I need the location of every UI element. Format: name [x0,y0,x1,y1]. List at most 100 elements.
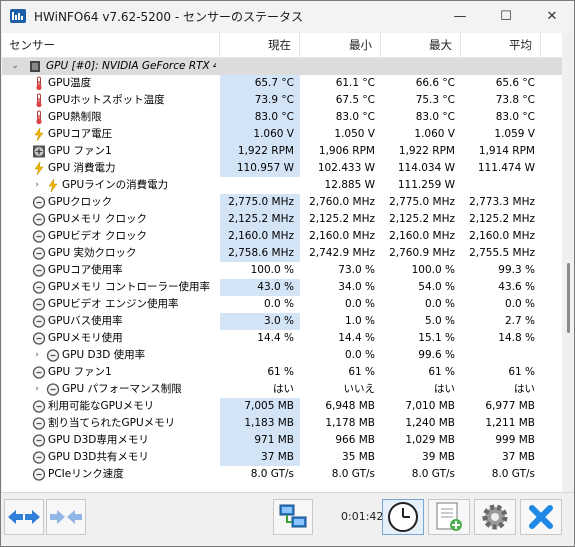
gauge-icon [32,433,46,448]
fan-icon [32,144,46,159]
navigate-arrows-button[interactable] [4,499,44,535]
close-x-icon [529,505,553,529]
minimize-button[interactable]: — [437,1,483,32]
value-max: 2,760.9 MHz [389,247,455,259]
column-header-current[interactable]: 現在 [220,33,300,58]
sensor-label: GPUコア使用率 [48,264,123,276]
settings-button[interactable] [474,499,516,535]
sensor-row[interactable]: GPU温度 65.7 °C 61.1 °C 66.6 °C 65.6 °C [2,75,562,92]
sensor-row[interactable]: GPUバス使用率 3.0 % 1.0 % 5.0 % 2.7 % [2,313,562,330]
value-min: いいえ [343,383,376,395]
sensor-row[interactable]: GPUメモリ コントローラー使用率 43.0 % 34.0 % 54.0 % 43.6 … [2,279,562,296]
gauge-icon [32,195,46,210]
column-header-max[interactable]: 最大 [381,33,461,58]
value-avg: 2.7 % [504,315,535,327]
sensor-row[interactable]: GPU 実効クロック 2,758.6 MHz 2,742.9 MHz 2,760.9 … [2,245,562,262]
sensor-row[interactable]: GPU 消費電力 110.957 W 102.433 W 114.034 W 111.4… [2,160,562,177]
gauge-icon [32,467,46,482]
maximize-button[interactable]: ☐ [483,1,529,32]
sensor-row[interactable]: 割り当てられたGPUメモリ 1,183 MB 1,178 MB 1,240 MB 1,2… [2,415,562,432]
sensor-row[interactable]: GPU D3D専用メモリ 971 MB 966 MB 1,029 MB 999 MB [2,432,562,449]
value-avg: 0.0 % [504,298,535,310]
sensor-label: 利用可能なGPUメモリ [48,400,155,412]
network-button[interactable] [273,499,313,535]
vertical-scrollbar[interactable] [562,33,574,492]
chevron-down-icon[interactable]: ⌄ [10,61,20,71]
value-avg: 111.474 W [477,162,535,174]
value-max: 0.0 % [424,298,455,310]
sensor-row[interactable]: GPUコア使用率 100.0 % 73.0 % 100.0 % 99.3 % [2,262,562,279]
value-avg: 37 MB [502,451,535,463]
column-header-avg[interactable]: 平均 [461,33,541,58]
sensor-row[interactable]: GPU熱制限 83.0 °C 83.0 °C 83.0 °C 83.0 °C [2,109,562,126]
navigate-arrows-secondary-button[interactable] [46,499,86,535]
gauge-icon [32,212,46,227]
sensor-row[interactable]: › GPUラインの消費電力 12.885 W 111.259 W [2,177,562,194]
value-max: 111.259 W [397,179,455,191]
sensor-row[interactable]: GPU ファン1 61 % 61 % 61 % 61 % [2,364,562,381]
value-current: 73.9 °C [220,92,300,109]
gear-icon [482,504,508,530]
sensor-label: GPU ファン1 [48,145,112,157]
sensor-group-row[interactable]: ⌄ GPU [#0]: NVIDIA GeForce RTX 40... [2,58,562,75]
sensor-row[interactable]: GPUホットスポット温度 73.9 °C 67.5 °C 75.3 °C 73.8 °C [2,92,562,109]
column-header-min[interactable]: 最小 [300,33,381,58]
sensor-label: GPU 消費電力 [48,162,116,174]
sensor-row[interactable]: GPUクロック 2,775.0 MHz 2,760.0 MHz 2,775.0 MHz… [2,194,562,211]
value-min: 14.4 % [338,332,375,344]
minimize-icon: — [453,9,467,24]
sensor-label: GPU D3D 使用率 [62,349,146,361]
value-avg: 61 % [508,366,535,378]
sensor-label: GPU D3D専用メモリ [48,434,149,446]
sensor-label: GPUメモリ コントローラー使用率 [48,281,210,293]
sensor-row[interactable]: › GPU パフォーマンス制限 はい いいえ はい はい [2,381,562,398]
sensor-row[interactable]: PCIeリンク速度 8.0 GT/s 8.0 GT/s 8.0 GT/s 8.0 GT/… [2,466,562,483]
value-avg: 2,125.2 MHz [469,213,535,225]
close-window-button[interactable]: ✕ [529,1,574,32]
chevron-right-icon[interactable]: › [32,180,42,190]
value-avg [461,347,541,364]
chevron-right-icon[interactable]: › [32,350,42,360]
value-current [220,347,300,364]
sensor-label: GPUバス使用率 [48,315,123,327]
sensor-label: GPU ファン1 [48,366,112,378]
value-avg: はい [514,383,535,395]
value-min: 2,125.2 MHz [309,213,375,225]
sensor-label: GPUビデオ クロック [48,230,147,242]
value-min: 12.885 W [324,179,375,191]
add-report-button[interactable] [428,499,470,535]
clock-icon [388,502,418,532]
sensor-row[interactable]: GPUコア電圧 1.060 V 1.050 V 1.060 V 1.059 V [2,126,562,143]
sensor-group-label: GPU [#0]: NVIDIA GeForce RTX 40... [46,60,216,72]
value-max: はい [434,383,455,395]
title-bar[interactable]: HWiNFO64 v7.62-5200 - センサーのステータス — ☐ ✕ [1,1,574,32]
value-max: 2,775.0 MHz [389,196,455,208]
column-header-sensor[interactable]: センサー [2,33,220,58]
sensor-row[interactable]: GPU D3D共有メモリ 37 MB 35 MB 39 MB 37 MB [2,449,562,466]
value-max: 2,125.2 MHz [389,213,455,225]
sensor-label: PCIeリンク速度 [48,468,124,480]
value-avg: 65.6 °C [495,77,535,89]
exit-button[interactable] [520,499,562,535]
sensor-row[interactable]: GPUメモリ使用 14.4 % 14.4 % 15.1 % 14.8 % [2,330,562,347]
value-avg: 83.0 °C [495,111,535,123]
sensor-row[interactable]: GPU ファン1 1,922 RPM 1,906 RPM 1,922 RPM 1,914… [2,143,562,160]
value-avg: 6,977 MB [485,400,535,412]
value-min: 83.0 °C [335,111,375,123]
scrollbar-thumb[interactable] [567,263,570,333]
value-min: 67.5 °C [335,94,375,106]
sensor-label: GPU 実効クロック [48,247,137,259]
sensor-label: GPUコア電圧 [48,128,113,140]
value-max: 5.0 % [424,315,455,327]
sensor-row[interactable]: › GPU D3D 使用率 0.0 % 99.6 % [2,347,562,364]
value-current: 100.0 % [250,264,294,276]
clock-button[interactable] [382,499,424,535]
gpu-chip-icon [30,61,40,72]
sensor-row[interactable]: GPUビデオ エンジン使用率 0.0 % 0.0 % 0.0 % 0.0 % [2,296,562,313]
value-avg: 73.8 °C [495,94,535,106]
sensor-row[interactable]: GPUメモリ クロック 2,125.2 MHz 2,125.2 MHz 2,125.2… [2,211,562,228]
sensor-row[interactable]: GPUビデオ クロック 2,160.0 MHz 2,160.0 MHz 2,160.0… [2,228,562,245]
chevron-right-icon[interactable]: › [32,384,42,394]
sensor-label: GPUクロック [48,196,113,208]
sensor-row[interactable]: 利用可能なGPUメモリ 7,005 MB 6,948 MB 7,010 MB 6,977… [2,398,562,415]
